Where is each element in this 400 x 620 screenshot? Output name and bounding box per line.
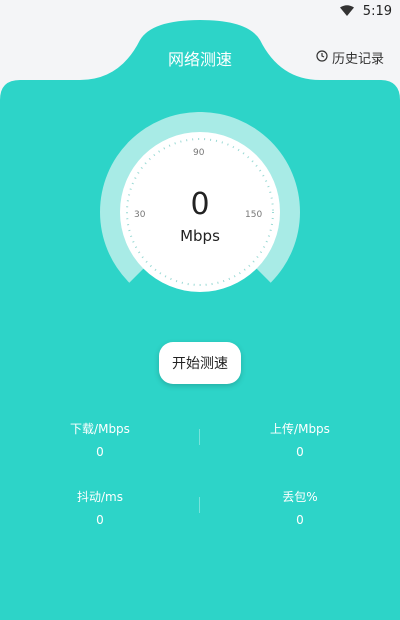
jitter-label: 抖动/ms [77,490,123,504]
upload-stat: 上传/Mbps 0 [200,420,400,459]
download-stat: 下载/Mbps 0 [0,420,200,459]
jitter-value: 0 [96,513,104,527]
packet-loss-value: 0 [296,513,304,527]
download-value: 0 [96,445,104,459]
jitter-stat: 抖动/ms 0 [0,488,200,527]
upload-label: 上传/Mbps [270,422,330,436]
start-test-button[interactable]: 开始测速 [159,342,241,384]
gauge-tick-90: 90 [193,148,205,158]
packet-loss-label: 丢包% [282,490,318,504]
speed-value: 0 [190,187,210,222]
packet-loss-stat: 丢包% 0 [200,488,400,527]
stat-divider [199,497,200,513]
history-button[interactable]: 历史记录 [316,48,384,67]
stat-divider [199,429,200,445]
speed-unit: Mbps [180,227,220,245]
history-label: 历史记录 [331,52,384,67]
clock-icon [316,49,328,66]
download-label: 下载/Mbps [70,422,130,436]
upload-value: 0 [296,445,304,459]
